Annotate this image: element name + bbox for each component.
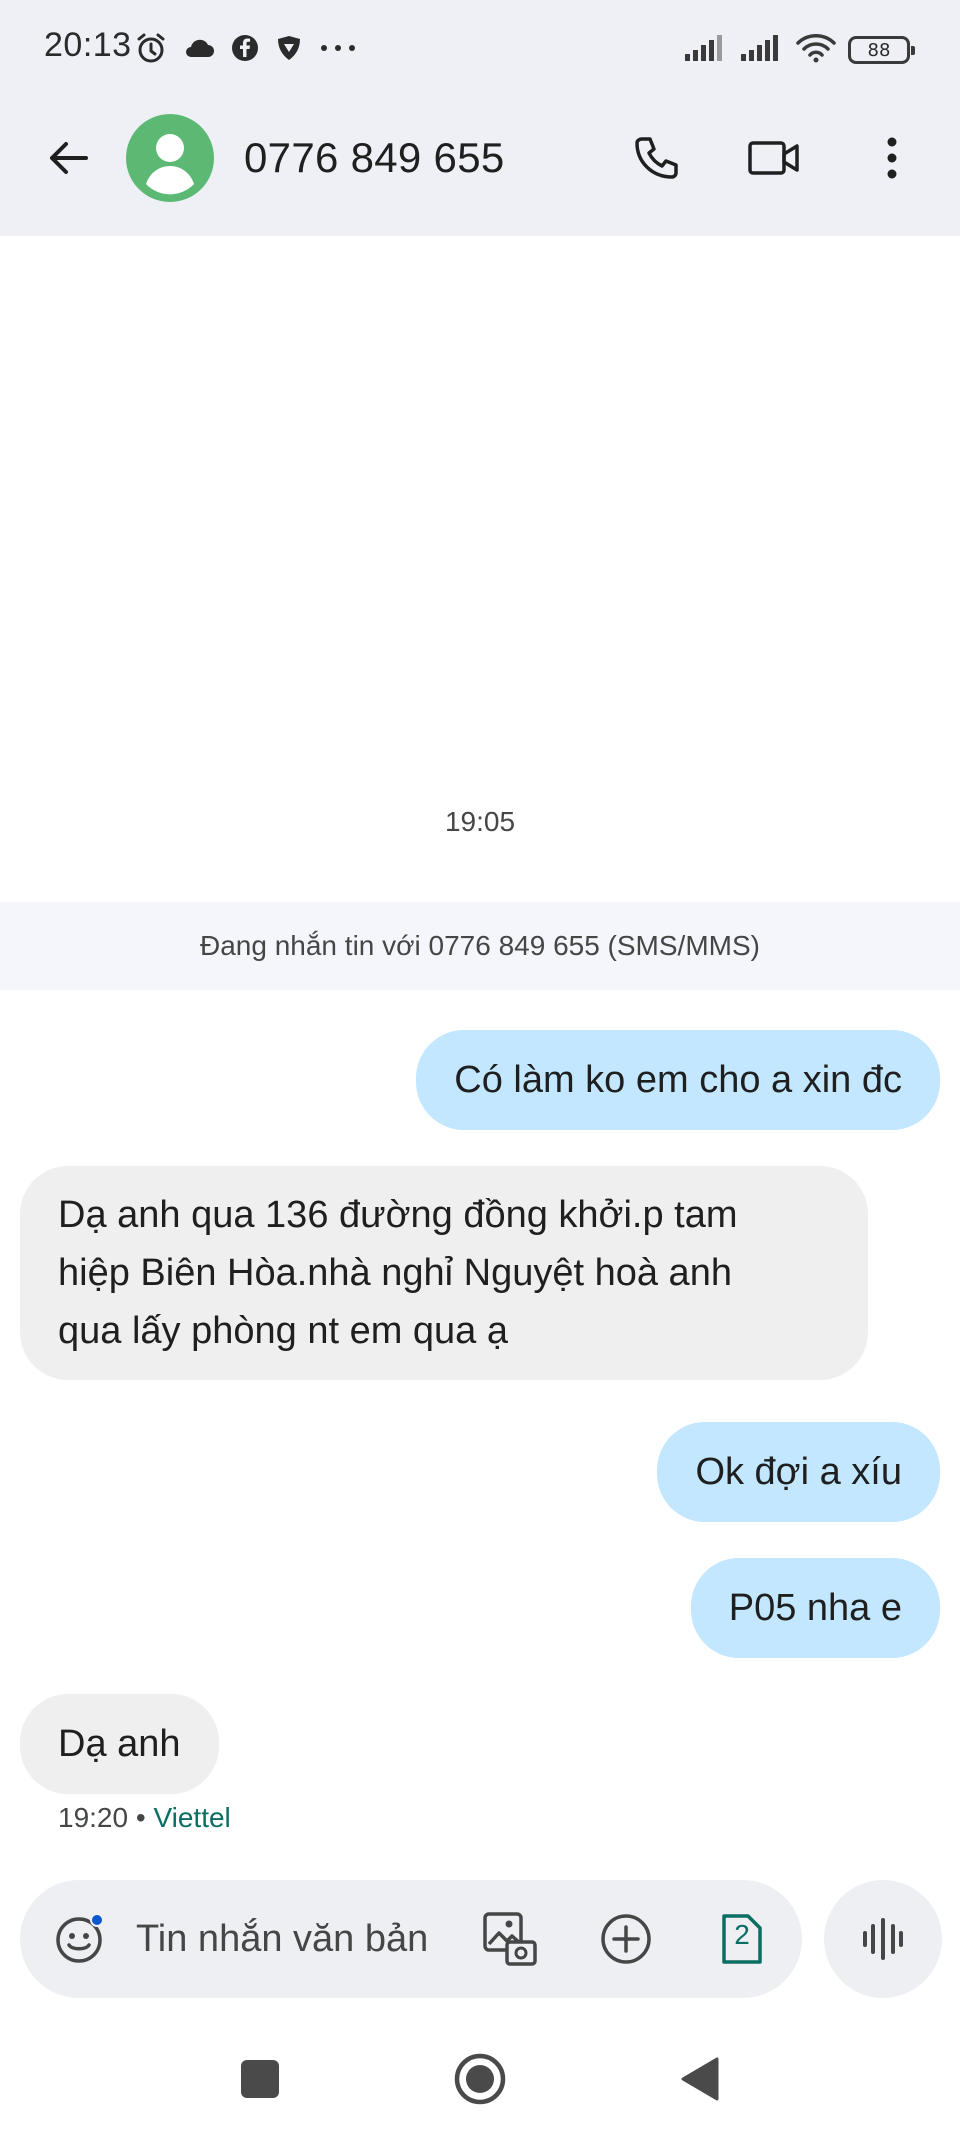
message-text-line: qua lấy phòng nt em qua ạ xyxy=(58,1310,509,1352)
message-text: P05 nha e xyxy=(728,1587,902,1629)
battery-icon: 88 xyxy=(848,36,915,64)
video-call-icon xyxy=(748,141,799,175)
message-text: Ok đợi a xíu xyxy=(695,1451,902,1493)
back-button[interactable] xyxy=(40,130,96,186)
signal-sim1-icon xyxy=(684,34,728,67)
shield-icon xyxy=(274,33,304,68)
sim-number: 2 xyxy=(734,1919,750,1950)
signal-sim2-icon xyxy=(740,34,784,67)
message-text-line: hiệp Biên Hòa.nhà nghỉ Nguyệt hoà anh xyxy=(58,1252,732,1294)
voice-message-button[interactable] xyxy=(824,1880,942,1998)
alarm-icon xyxy=(134,31,168,70)
conversation-timestamp: 19:05 xyxy=(444,806,516,837)
status-icons-right: 88 xyxy=(684,30,915,70)
message-bubble-received[interactable]: Dạ anh qua 136 đường đồng khởi.p tam hiệ… xyxy=(20,1166,868,1380)
cloud-icon xyxy=(182,35,216,66)
more-vert-icon xyxy=(887,137,897,179)
avatar[interactable] xyxy=(126,114,214,202)
message-meta: 19:20 • Viettel xyxy=(58,1802,231,1834)
gallery-button[interactable] xyxy=(478,1907,542,1971)
arrow-back-icon xyxy=(50,142,88,174)
meta-separator: • xyxy=(135,1802,146,1833)
message-bubble-sent[interactable]: Ok đợi a xíu xyxy=(657,1422,940,1522)
status-time: 20:13 xyxy=(44,26,132,64)
message-input[interactable] xyxy=(136,1910,476,1968)
emoji-icon xyxy=(56,1913,104,1963)
add-icon xyxy=(601,1914,651,1964)
status-bar: 20:13 88 xyxy=(0,0,960,100)
conversation-header: 0776 849 655 xyxy=(0,100,960,236)
message-time: 19:20 xyxy=(58,1802,129,1833)
message-bubble-sent[interactable]: P05 nha e xyxy=(690,1558,940,1658)
back-triangle-icon xyxy=(681,2057,719,2101)
battery-level: 88 xyxy=(867,39,891,61)
recents-button[interactable] xyxy=(225,2044,295,2114)
person-icon xyxy=(146,134,194,195)
emoji-button[interactable] xyxy=(50,1909,110,1969)
carrier-label: Viettel xyxy=(153,1802,231,1833)
message-bubble-sent[interactable]: Có làm ko em cho a xin đc xyxy=(416,1030,940,1130)
more-options-button[interactable] xyxy=(860,126,924,190)
phone-icon xyxy=(635,137,678,179)
wifi-icon xyxy=(796,33,836,68)
message-text-line: Dạ anh qua 136 đường đồng khởi.p tam xyxy=(58,1194,738,1236)
recents-icon xyxy=(241,2060,279,2098)
message-text: Dạ anh xyxy=(58,1723,181,1765)
status-icons-left xyxy=(134,30,358,70)
more-dots-icon xyxy=(318,41,358,59)
nav-back-button[interactable] xyxy=(665,2044,735,2114)
compose-bar: 2 xyxy=(20,1880,802,1998)
voice-icon xyxy=(863,1918,903,1960)
sim-select-button[interactable]: 2 xyxy=(710,1907,774,1971)
message-bubble-received[interactable]: Dạ anh xyxy=(20,1694,219,1794)
video-call-button[interactable] xyxy=(742,126,806,190)
sms-info-banner: Đang nhắn tin với 0776 849 655 (SMS/MMS) xyxy=(0,902,960,990)
system-nav-bar xyxy=(0,2030,960,2133)
add-button[interactable] xyxy=(594,1907,658,1971)
contact-title[interactable]: 0776 849 655 xyxy=(244,134,505,182)
call-button[interactable] xyxy=(624,126,688,190)
home-icon xyxy=(454,2053,506,2105)
facebook-icon xyxy=(230,33,260,68)
message-text: Có làm ko em cho a xin đc xyxy=(454,1059,902,1101)
home-button[interactable] xyxy=(445,2044,515,2114)
gallery-icon xyxy=(483,1912,537,1966)
